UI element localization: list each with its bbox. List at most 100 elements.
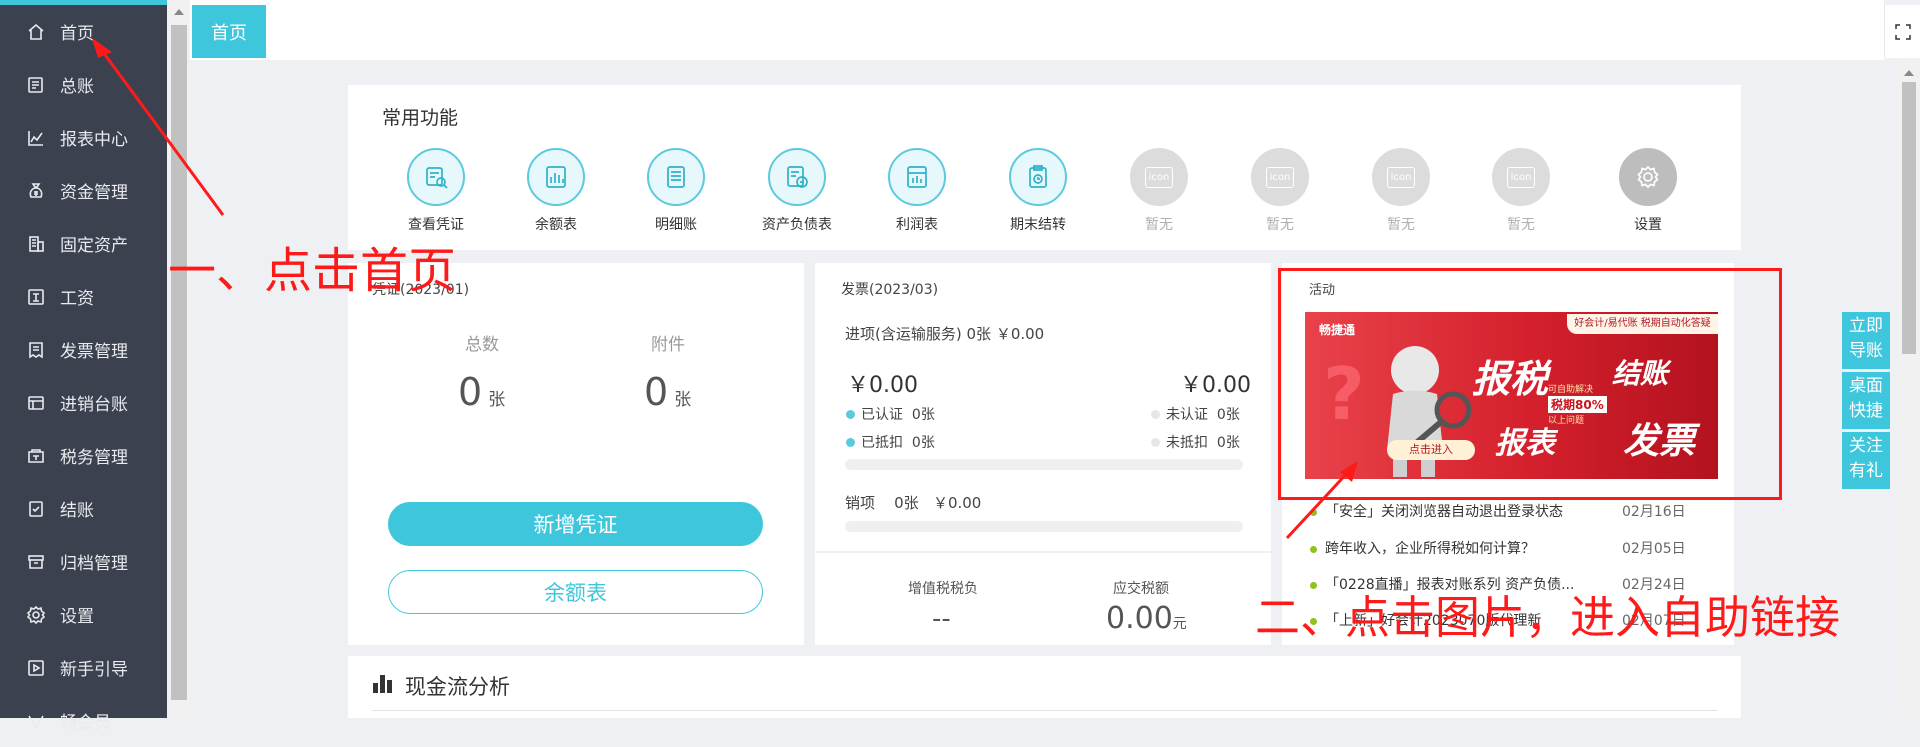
main-scrollbar[interactable] bbox=[1898, 62, 1920, 718]
import-ledger-button[interactable]: 立即 导账 bbox=[1842, 312, 1890, 369]
func-profit-statement[interactable]: 利润表 bbox=[862, 148, 972, 234]
desktop-shortcut-button[interactable]: 桌面 快捷 bbox=[1842, 372, 1890, 429]
highlight-box bbox=[1278, 268, 1782, 500]
annotation-step1: 一、点击首页 bbox=[168, 243, 457, 299]
period-end-icon bbox=[1029, 165, 1047, 188]
sidebar-item-invoice[interactable]: 发票管理 bbox=[0, 323, 167, 376]
sidebar-item-vip[interactable]: 畅会员 bbox=[0, 694, 167, 747]
vat-value: -- bbox=[932, 604, 951, 634]
sidebar-item-sales-ledger[interactable]: 进销台账 bbox=[0, 376, 167, 429]
func-settings[interactable]: 设置 bbox=[1593, 148, 1703, 234]
sidebar-item-label: 总账 bbox=[60, 77, 94, 97]
balance-sheet-icon bbox=[787, 166, 808, 188]
sidebar-item-label: 畅会员 bbox=[60, 713, 111, 733]
func-period-end[interactable]: 期末结转 bbox=[983, 148, 1093, 234]
sidebar-item-label: 归档管理 bbox=[60, 554, 128, 574]
sidebar-item-salary[interactable]: 工资 bbox=[0, 270, 167, 323]
detail-ledger-icon bbox=[667, 166, 685, 188]
sidebar-item-fixed-assets[interactable]: 固定资产 bbox=[0, 217, 167, 270]
sidebar-item-reports[interactable]: 报表中心 bbox=[0, 111, 167, 164]
cashflow-panel bbox=[348, 656, 1741, 718]
sidebar-item-tax[interactable]: 税务管理 bbox=[0, 429, 167, 482]
follow-gift-button[interactable]: 关注 有礼 bbox=[1842, 432, 1890, 489]
guide-icon bbox=[25, 657, 47, 679]
sidebar-item-label: 税务管理 bbox=[60, 448, 128, 468]
sidebar-item-label: 结账 bbox=[60, 501, 94, 521]
func-label: 资产负债表 bbox=[762, 217, 832, 233]
sidebar-item-guide[interactable]: 新手引导 bbox=[0, 641, 167, 694]
input-invoice-line: 进项(含运输服务) 0张 ￥0.00 bbox=[845, 325, 1045, 343]
divider bbox=[372, 710, 1717, 711]
new-voucher-button[interactable]: 新增凭证 bbox=[388, 502, 763, 546]
sidebar-item-label: 固定资产 bbox=[60, 236, 128, 256]
sidebar-item-label: 资金管理 bbox=[60, 183, 128, 203]
placeholder-icon: icon bbox=[1506, 166, 1536, 188]
sidebar-item-home[interactable]: 首页 bbox=[0, 5, 167, 58]
sidebar-item-funds[interactable]: 资金管理 bbox=[0, 164, 167, 217]
sidebar-item-label: 首页 bbox=[60, 24, 94, 44]
news-item[interactable]: 「安全」关闭浏览器自动退出登录状态 bbox=[1310, 501, 1670, 521]
bullet-icon bbox=[1310, 508, 1317, 516]
fullscreen-button[interactable] bbox=[1884, 5, 1920, 58]
input-right-amount: ￥0.00 bbox=[1180, 373, 1251, 398]
func-placeholder: icon 暂无 bbox=[1466, 148, 1576, 234]
status-dot bbox=[846, 438, 855, 447]
placeholder-icon: icon bbox=[1265, 166, 1295, 188]
func-balance-sheet[interactable]: 资产负债表 bbox=[742, 148, 852, 234]
voucher-search-icon bbox=[426, 167, 448, 189]
ledger-icon bbox=[25, 74, 47, 96]
placeholder-icon: icon bbox=[1144, 166, 1174, 188]
func-detail-ledger[interactable]: 明细账 bbox=[621, 148, 731, 234]
voucher-total-label: 总数 bbox=[465, 335, 499, 355]
func-label: 期末结转 bbox=[1010, 217, 1066, 233]
sidebar-item-checkout[interactable]: 结账 bbox=[0, 482, 167, 535]
gear-icon bbox=[1637, 165, 1659, 189]
status-dot bbox=[1151, 410, 1160, 419]
func-placeholder: icon 暂无 bbox=[1104, 148, 1214, 234]
func-label: 暂无 bbox=[1145, 217, 1173, 233]
sidebar-item-settings[interactable]: 设置 bbox=[0, 588, 167, 641]
voucher-attach-label: 附件 bbox=[651, 335, 685, 355]
invoice-title: 发票(2023/03) bbox=[841, 282, 939, 298]
gear-icon bbox=[25, 604, 47, 626]
undeducted-status: 未抵扣 0张 bbox=[1151, 432, 1240, 452]
func-view-voucher[interactable]: 查看凭证 bbox=[381, 148, 491, 234]
scroll-up-arrow-icon[interactable] bbox=[174, 9, 184, 15]
sidebar-item-label: 进销台账 bbox=[60, 395, 128, 415]
sidebar-item-label: 工资 bbox=[60, 289, 94, 309]
tab-home[interactable]: 首页 bbox=[192, 5, 266, 58]
bullet-icon bbox=[1310, 545, 1317, 553]
func-balance-table[interactable]: 余额表 bbox=[501, 148, 611, 234]
news-item[interactable]: 跨年收入，企业所得税如何计算？ bbox=[1310, 538, 1610, 558]
home-icon bbox=[25, 21, 47, 43]
common-functions-title: 常用功能 bbox=[382, 107, 459, 129]
func-label: 暂无 bbox=[1266, 217, 1294, 233]
vat-label: 增值税税负 bbox=[908, 581, 978, 597]
voucher-attach-value: 0张 bbox=[644, 370, 692, 414]
scrollbar-thumb[interactable] bbox=[171, 25, 187, 700]
func-label: 明细账 bbox=[655, 217, 697, 233]
tab-bar bbox=[190, 0, 1884, 60]
input-left-amount: ￥0.00 bbox=[847, 373, 918, 398]
sidebar-item-ledger[interactable]: 总账 bbox=[0, 58, 167, 111]
vip-icon bbox=[25, 710, 47, 732]
func-label: 利润表 bbox=[896, 217, 938, 233]
tax-icon bbox=[25, 445, 47, 467]
sidebar-scrollbar[interactable] bbox=[168, 0, 190, 718]
fullscreen-icon bbox=[1895, 23, 1911, 40]
output-progress-bar bbox=[845, 521, 1243, 532]
cashflow-title: 现金流分析 bbox=[405, 675, 510, 699]
bar-chart-icon bbox=[373, 675, 392, 693]
sidebar-item-archive[interactable]: 归档管理 bbox=[0, 535, 167, 588]
func-label: 设置 bbox=[1634, 217, 1662, 233]
deducted-status: 已抵扣 0张 bbox=[846, 432, 935, 452]
annotation-step2: 二、点击图片，进入自助链接 bbox=[1255, 591, 1841, 644]
balance-table-button[interactable]: 余额表 bbox=[388, 570, 763, 614]
checkout-icon bbox=[25, 498, 47, 520]
scroll-up-arrow-icon[interactable] bbox=[1904, 70, 1914, 76]
invoice-icon bbox=[25, 339, 47, 361]
scrollbar-thumb[interactable] bbox=[1902, 82, 1916, 354]
tax-summary-panel bbox=[815, 553, 1271, 645]
balance-chart-icon bbox=[546, 166, 566, 188]
profit-icon bbox=[907, 166, 927, 188]
